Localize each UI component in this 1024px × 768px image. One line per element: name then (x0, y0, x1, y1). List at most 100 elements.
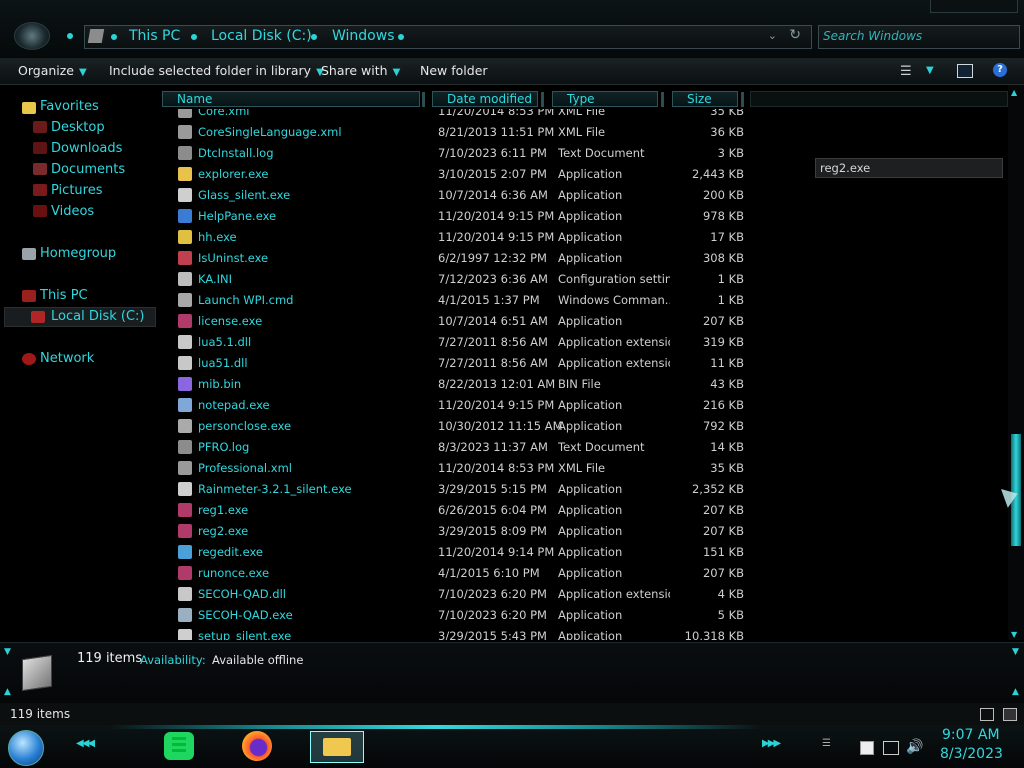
file-row[interactable]: SECOH-QAD.dll 7/10/2023 6:20 PM Applicatio… (160, 584, 1008, 605)
breadcrumb-separator-icon[interactable] (311, 34, 317, 40)
file-type: Application extension (558, 587, 670, 601)
search-input[interactable] (823, 28, 1013, 44)
file-row[interactable]: Launch WPI.cmd 4/1/2015 1:37 PM Windows Co… (160, 290, 1008, 311)
breadcrumb-this-pc[interactable]: This PC (129, 28, 180, 44)
file-row[interactable]: lua51.dll 7/27/2011 8:56 AM Application ex… (160, 353, 1008, 374)
file-name: CoreSingleLanguage.xml (198, 125, 342, 139)
xml-icon (178, 109, 192, 118)
include-in-library-button[interactable]: Include selected folder in library ▼ (109, 63, 324, 78)
clock-date[interactable]: 8/3/2023 (940, 746, 1003, 762)
column-resize-grip[interactable] (661, 92, 664, 107)
organize-button[interactable]: Organize ▼ (18, 63, 87, 78)
organize-label: Organize (18, 63, 74, 78)
action-center-flag-icon[interactable] (860, 741, 874, 755)
file-row[interactable]: regedit.exe 11/20/2014 9:14 PM Application… (160, 542, 1008, 563)
file-row[interactable]: runonce.exe 4/1/2015 6:10 PM Application 20… (160, 563, 1008, 584)
network-status-icon[interactable] (883, 741, 899, 755)
window-controls[interactable] (930, 0, 1018, 13)
change-view-icon[interactable]: ☰ (900, 64, 912, 79)
file-row[interactable]: HelpPane.exe 11/20/2014 9:15 PM Applicatio… (160, 206, 1008, 227)
file-row[interactable]: license.exe 10/7/2014 6:51 AM Application 2… (160, 311, 1008, 332)
file-row[interactable]: lua5.1.dll 7/27/2011 8:56 AM Application e… (160, 332, 1008, 353)
file-row[interactable]: Rainmeter-3.2.1_silent.exe 3/29/2015 5:15… (160, 479, 1008, 500)
file-row[interactable]: KA.INI 7/12/2023 6:36 AM Configuration set… (160, 269, 1008, 290)
arrow-up-icon (178, 419, 192, 433)
file-row[interactable]: SECOH-QAD.exe 7/10/2023 6:20 PM Applicatio… (160, 605, 1008, 626)
search-box[interactable] (818, 25, 1020, 49)
breadcrumb-local-disk[interactable]: Local Disk (C:) (211, 28, 312, 44)
help-icon[interactable]: ? (993, 63, 1007, 77)
refresh-icon[interactable]: ↻ (789, 27, 801, 43)
vertical-scrollbar[interactable] (1008, 85, 1024, 640)
nav-favorites[interactable]: Favorites (40, 99, 99, 114)
file-row[interactable]: personclose.exe 10/30/2012 11:15 AM Applic… (160, 416, 1008, 437)
column-header-filler (750, 91, 1008, 107)
column-resize-grip[interactable] (422, 92, 425, 107)
address-bar[interactable]: This PC Local Disk (C:) Windows ⌄ ↻ (84, 25, 812, 49)
breadcrumb-separator-icon[interactable] (191, 34, 197, 40)
details-view-icon[interactable] (980, 708, 994, 721)
file-name: SECOH-QAD.exe (198, 608, 293, 622)
file-row[interactable]: notepad.exe 11/20/2014 9:15 PM Application… (160, 395, 1008, 416)
file-row[interactable]: reg2.exe 3/29/2015 8:09 PM Application 207 … (160, 521, 1008, 542)
file-date: 3/29/2015 8:09 PM (438, 524, 547, 538)
nav-network[interactable]: Network (40, 351, 94, 366)
nav-pictures[interactable]: Pictures (51, 183, 102, 198)
column-header-date[interactable]: Date modified (432, 91, 538, 107)
file-row[interactable]: setup_silent.exe 3/29/2015 5:43 PM Applica… (160, 626, 1008, 640)
file-row[interactable]: CoreSingleLanguage.xml 8/21/2013 11:51 PM… (160, 122, 1008, 143)
file-type: Application (558, 398, 623, 412)
nav-downloads[interactable]: Downloads (51, 141, 122, 156)
file-date: 10/30/2012 11:15 AM (438, 419, 563, 433)
file-size: 2,443 KB (691, 167, 744, 181)
firefox-app-icon[interactable] (242, 731, 272, 761)
new-folder-button[interactable]: New folder (420, 63, 488, 78)
nav-videos[interactable]: Videos (51, 204, 94, 219)
nav-this-pc[interactable]: This PC (40, 288, 88, 303)
recent-locations-dot-icon[interactable] (67, 33, 73, 39)
back-forward-orb-icon[interactable] (14, 22, 50, 50)
scroll-up-arrow-icon[interactable]: ▲ (1011, 88, 1017, 97)
details-item-count: 119 items (77, 651, 143, 666)
file-row[interactable]: PFRO.log 8/3/2023 11:37 AM Text Document 14… (160, 437, 1008, 458)
nav-local-disk[interactable]: Local Disk (C:) (51, 309, 144, 324)
file-row[interactable]: hh.exe 11/20/2014 9:15 PM Application 17 KB (160, 227, 1008, 248)
view-dropdown-arrow-icon[interactable]: ▼ (926, 65, 934, 76)
spotify-app-icon[interactable] (164, 732, 194, 760)
file-type: BIN File (558, 377, 601, 391)
breadcrumb-separator-icon[interactable] (398, 34, 404, 40)
large-icons-view-icon[interactable] (1003, 708, 1017, 721)
file-row[interactable]: Core.xml 11/20/2014 8:53 PM XML File 35 KB (160, 109, 1008, 122)
preview-pane-icon[interactable] (957, 64, 973, 78)
nav-documents[interactable]: Documents (51, 162, 125, 177)
file-row[interactable]: reg1.exe 6/26/2015 6:04 PM Application 207 … (160, 500, 1008, 521)
scroll-down-arrow-icon[interactable]: ▼ (1011, 630, 1017, 639)
corner-arrow-icon: ▲ (1012, 687, 1019, 697)
column-header-size[interactable]: Size (672, 91, 738, 107)
file-row[interactable]: IsUninst.exe 6/2/1997 12:32 PM Application… (160, 248, 1008, 269)
file-size: 207 KB (702, 566, 744, 580)
share-with-button[interactable]: Share with ▼ (321, 63, 400, 78)
column-resize-grip[interactable] (741, 92, 744, 107)
file-type: Application extension (558, 356, 670, 370)
file-date: 11/20/2014 9:15 PM (438, 398, 555, 412)
column-header-name[interactable]: Name (162, 91, 420, 107)
column-resize-grip[interactable] (541, 92, 544, 107)
start-button-icon[interactable] (8, 730, 44, 766)
chevron-down-icon[interactable]: ⌄ (768, 29, 777, 42)
file-row[interactable]: mib.bin 8/22/2013 12:01 AM BIN File 43 KB (160, 374, 1008, 395)
breadcrumb-windows[interactable]: Windows (332, 28, 395, 44)
file-date: 7/27/2011 8:56 AM (438, 356, 548, 370)
breadcrumb-separator-icon[interactable] (111, 34, 117, 40)
file-explorer-app-icon[interactable] (310, 731, 364, 763)
dll-icon (178, 335, 192, 349)
file-row[interactable]: Glass_silent.exe 10/7/2014 6:36 AM Applica… (160, 185, 1008, 206)
column-header-type[interactable]: Type (552, 91, 658, 107)
volume-icon[interactable]: 🔊 (906, 739, 923, 755)
clock-time[interactable]: 9:07 AM (942, 727, 1000, 743)
show-hidden-icons-icon[interactable]: ☰ (822, 738, 831, 749)
nav-homegroup[interactable]: Homegroup (40, 246, 116, 261)
file-type: Application (558, 482, 623, 496)
nav-desktop[interactable]: Desktop (51, 120, 105, 135)
file-row[interactable]: Professional.xml 11/20/2014 8:53 PM XML Fi… (160, 458, 1008, 479)
